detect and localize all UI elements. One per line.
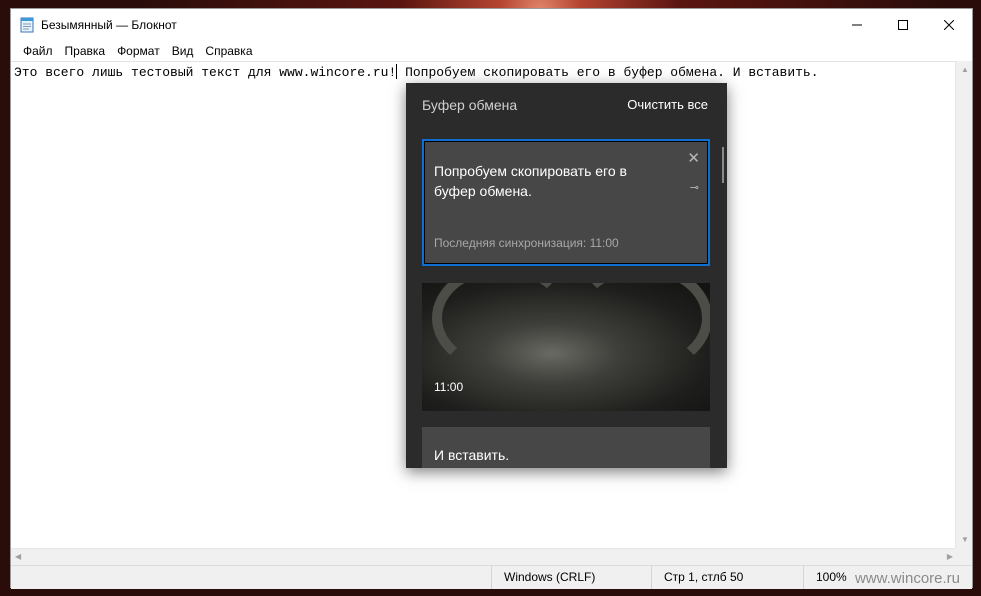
scroll-left-icon[interactable]: ◀ — [15, 552, 21, 561]
vertical-scrollbar[interactable]: ▲ ▼ — [955, 61, 972, 548]
scroll-down-icon[interactable]: ▼ — [961, 535, 969, 544]
status-encoding: Windows (CRLF) — [491, 566, 651, 589]
buffalo-horn-left — [432, 283, 572, 373]
status-position: Стр 1, стлб 50 — [651, 566, 803, 589]
menu-help[interactable]: Справка — [199, 41, 258, 61]
clipboard-sync-status: Последняя синхронизация: 11:00 — [434, 236, 619, 250]
scroll-corner — [955, 548, 972, 565]
minimize-icon — [852, 24, 862, 26]
close-icon — [944, 20, 954, 30]
editor-text-before-caret: Это всего лишь тестовый текст для www.wi… — [14, 65, 397, 80]
clipboard-item-text-2[interactable]: И вставить. — [422, 427, 710, 468]
menu-file[interactable]: Файл — [17, 41, 59, 61]
notepad-icon — [19, 17, 35, 33]
status-bar: Windows (CRLF) Стр 1, стлб 50 100% www.w… — [11, 565, 972, 589]
clipboard-item-content: Попробуем скопировать его в буфер обмена… — [434, 163, 627, 199]
maximize-icon — [898, 20, 908, 30]
window-title: Безымянный — Блокнот — [41, 18, 177, 32]
clear-all-button[interactable]: Очистить все — [627, 97, 708, 112]
scroll-right-icon[interactable]: ▶ — [947, 552, 953, 561]
clipboard-item-content-2: И вставить. — [434, 447, 510, 463]
pin-icon[interactable]: ⊸ — [690, 181, 699, 194]
editor-text-after-caret: Попробуем скопировать его в буфер обмена… — [397, 65, 819, 80]
menu-view[interactable]: Вид — [166, 41, 200, 61]
clipboard-item-time: 11:00 — [434, 380, 464, 394]
maximize-button[interactable] — [880, 9, 926, 41]
close-window-button[interactable] — [926, 9, 972, 41]
menu-format[interactable]: Формат — [111, 41, 166, 61]
minimize-button[interactable] — [834, 9, 880, 41]
clipboard-item-image[interactable]: 11:00 — [422, 283, 710, 411]
buffalo-horn-right — [572, 283, 710, 373]
clipboard-item-text[interactable]: Попробуем скопировать его в буфер обмена… — [422, 139, 710, 266]
editor-content[interactable]: Это всего лишь тестовый текст для www.wi… — [14, 64, 819, 80]
close-icon[interactable]: ✕ — [687, 149, 700, 167]
clipboard-history-panel: Буфер обмена Очистить все Попробуем скоп… — [406, 83, 727, 468]
scroll-up-icon[interactable]: ▲ — [961, 65, 969, 74]
title-bar[interactable]: Безымянный — Блокнот — [11, 9, 972, 41]
clipboard-scrollbar[interactable] — [722, 147, 724, 183]
menu-edit[interactable]: Правка — [59, 41, 112, 61]
menu-bar: Файл Правка Формат Вид Справка — [11, 41, 972, 61]
watermark: www.wincore.ru — [854, 570, 960, 587]
horizontal-scrollbar[interactable]: ◀ ▶ — [11, 548, 957, 565]
clipboard-title: Буфер обмена — [422, 97, 518, 113]
